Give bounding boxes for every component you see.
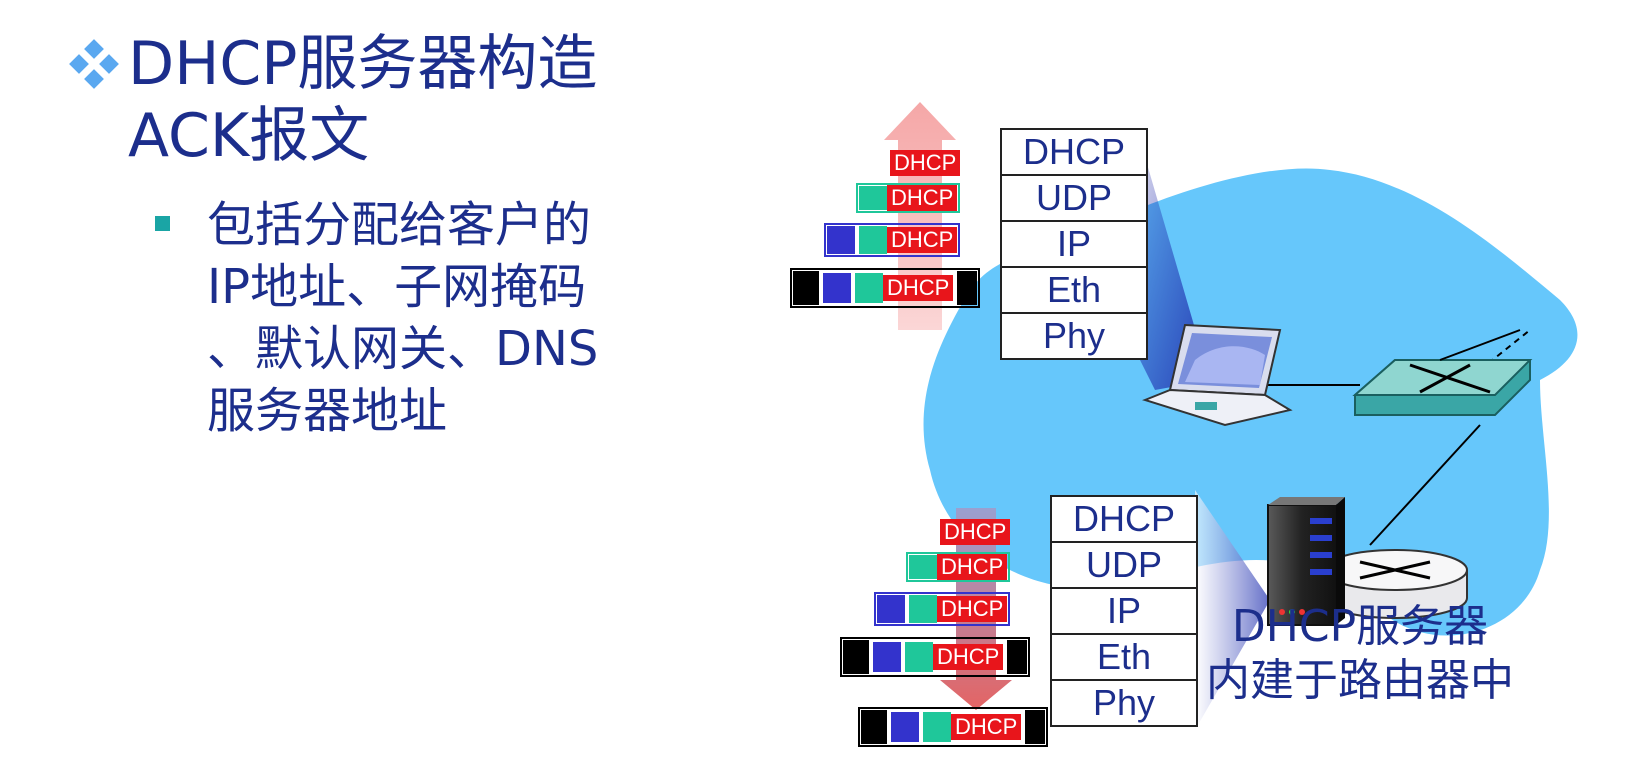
client-layer-dhcp: DHCP [1002,130,1146,176]
client-layer-phy: Phy [1042,315,1106,356]
server-layer-dhcp: DHCP [1052,497,1196,543]
client-packet-ip: DHCP [824,223,961,257]
server-caption-line-1: DHCP服务器 [1231,601,1489,652]
server-protocol-stack: DHCP UDP IP Eth Phy [1050,495,1198,727]
server-packet-phy: DHCP [858,707,1049,747]
server-layer-udp: UDP [1052,543,1196,589]
server-layer-phy: Phy [1092,682,1156,723]
client-layer-eth: Eth [1002,268,1146,314]
client-layer-ip: IP [1002,222,1146,268]
server-packet-ip: DHCP [874,592,1011,626]
client-packet-udp: DHCP [856,183,961,213]
server-layer-eth: Eth [1052,635,1196,681]
server-caption-line-2: 内建于路由器中 [1206,655,1514,706]
client-protocol-stack: DHCP UDP IP Eth Phy [1000,128,1148,360]
server-packet-udp: DHCP [906,552,1011,582]
client-layer-udp: UDP [1002,176,1146,222]
client-packet-eth: DHCP [790,268,981,308]
client-packet-dhcp: DHCP [890,148,961,178]
server-packet-eth: DHCP [840,637,1031,677]
server-packet-dhcp: DHCP [940,517,1011,547]
server-caption: DHCP服务器 内建于路由器中 [1200,600,1520,708]
server-layer-ip: IP [1052,589,1196,635]
